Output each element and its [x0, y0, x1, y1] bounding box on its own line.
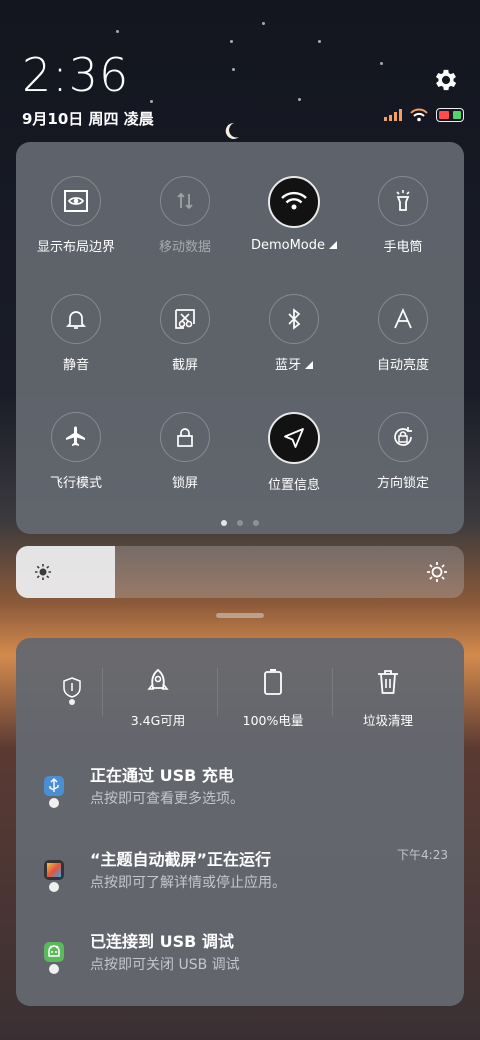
tile-screenshot[interactable]: 截屏	[129, 294, 241, 373]
notification-theme-screenshot[interactable]: “主题自动截屏”正在运行 下午4:23 点按即可了解详情或停止应用。	[16, 846, 464, 906]
airplane-icon	[51, 412, 101, 462]
layout-bounds-icon	[51, 176, 101, 226]
page-dot-1	[221, 520, 227, 526]
tile-flashlight[interactable]: 手电筒	[347, 176, 459, 255]
tile-auto-brightness[interactable]: 自动亮度	[347, 294, 459, 373]
brightness-low-icon	[35, 564, 51, 580]
lock-icon	[160, 412, 210, 462]
expand-triangle-icon	[305, 361, 313, 369]
signal-icon	[384, 109, 402, 121]
android-debug-icon	[44, 942, 64, 974]
tile-silent[interactable]: 静音	[20, 294, 132, 373]
tile-location[interactable]: 位置信息	[238, 412, 350, 493]
quick-action-memory[interactable]: 3.4G可用	[102, 668, 214, 729]
bell-icon	[51, 294, 101, 344]
wifi-status-icon	[410, 108, 428, 122]
brightness-slider[interactable]	[16, 546, 464, 598]
tile-lock-screen[interactable]: 锁屏	[129, 412, 241, 491]
notification-panel: 3.4G可用 100%电量 垃圾清理 正在通过 USB 充电 点按即可查看更多选…	[16, 638, 464, 1006]
settings-gear-icon[interactable]	[432, 66, 460, 94]
status-clock: 2:36	[22, 48, 130, 102]
battery-icon	[264, 669, 282, 695]
status-date: 9月10日 周四 凌晨	[22, 110, 154, 128]
brightness-high-icon	[427, 562, 447, 582]
location-icon	[268, 412, 320, 464]
tile-mobile-data[interactable]: 移动数据	[129, 176, 241, 255]
quick-settings-panel: 显示布局边界 移动数据 DemoMode 手电筒 静音 截屏 蓝牙 自动亮度 飞…	[16, 142, 464, 534]
auto-brightness-icon	[378, 294, 428, 344]
rocket-icon	[147, 668, 169, 690]
page-dot-3	[253, 520, 259, 526]
notification-usb-charging[interactable]: 正在通过 USB 充电 点按即可查看更多选项。	[16, 762, 464, 822]
battery-status-icon	[436, 108, 464, 122]
page-dot-2	[237, 520, 243, 526]
screenshot-icon	[160, 294, 210, 344]
panel-drag-handle[interactable]	[216, 613, 264, 618]
brightness-fill	[16, 546, 115, 598]
tile-demo-mode[interactable]: DemoMode	[238, 176, 350, 253]
mobile-data-icon	[160, 176, 210, 226]
security-shield-icon	[63, 677, 81, 705]
flashlight-icon	[378, 176, 428, 226]
tile-airplane[interactable]: 飞行模式	[20, 412, 132, 491]
wifi-icon	[268, 176, 320, 228]
bluetooth-icon	[269, 294, 319, 344]
expand-triangle-icon	[329, 241, 338, 249]
tile-bluetooth[interactable]: 蓝牙	[238, 294, 350, 373]
quick-action-cleaner[interactable]: 垃圾清理	[332, 668, 444, 729]
tile-layout-bounds[interactable]: 显示布局边界	[20, 176, 132, 255]
quick-action-battery[interactable]: 100%电量	[217, 668, 329, 729]
status-icons	[384, 108, 464, 122]
page-indicator	[0, 520, 480, 526]
trash-icon	[378, 670, 398, 694]
notification-usb-debugging[interactable]: 已连接到 USB 调试 点按即可关闭 USB 调试	[16, 928, 464, 988]
rotation-lock-icon	[378, 412, 428, 462]
tile-rotation-lock[interactable]: 方向锁定	[347, 412, 459, 491]
moon-icon	[225, 122, 239, 139]
theme-app-icon	[44, 860, 64, 892]
usb-icon	[44, 776, 64, 808]
